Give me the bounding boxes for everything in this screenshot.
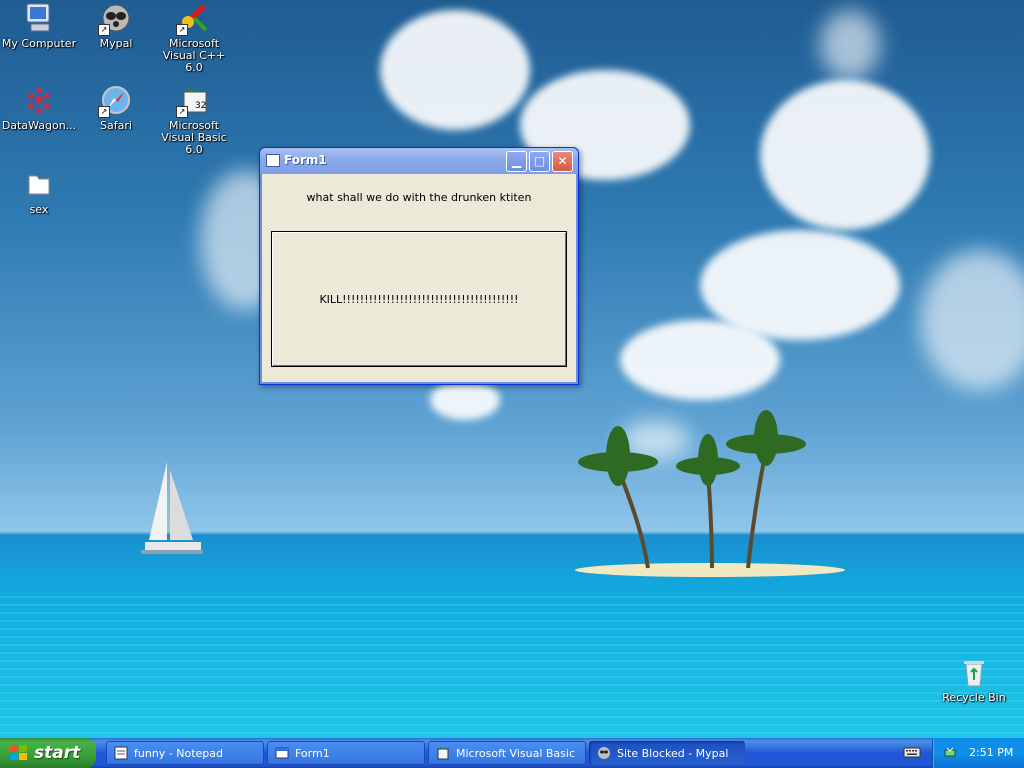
my-computer-icon: [23, 2, 55, 34]
shortcut-arrow-icon: ↗: [98, 106, 110, 118]
maximize-button[interactable]: □: [529, 151, 550, 172]
wallpaper-sea: [0, 590, 1024, 738]
keyboard-icon[interactable]: [903, 745, 921, 759]
wallpaper-cloud: [760, 80, 930, 230]
kill-button[interactable]: KILL!!!!!!!!!!!!!!!!!!!!!!!!!!!!!!!!!!!!…: [271, 231, 567, 367]
mypal-raccoon-icon: ↗: [98, 2, 132, 36]
desktop-icon-label: Microsoft Visual C++ 6.0: [162, 37, 226, 74]
minimize-button[interactable]: ▁: [506, 151, 527, 172]
maximize-icon: □: [533, 154, 546, 168]
desktop-icon-label: Mypal: [99, 37, 133, 50]
desktop-icon-my-computer[interactable]: My Computer: [0, 2, 78, 50]
visual-basic-icon: 32 ↗: [176, 84, 210, 118]
desktop: My Computer ↗ Mypal ↗ Microsoft Visual C…: [0, 0, 1024, 738]
taskbar-item-label: Microsoft Visual Basic: [456, 747, 576, 760]
taskbar-item-visual-basic[interactable]: Microsoft Visual Basic: [428, 741, 586, 765]
wallpaper-cloud: [920, 250, 1024, 390]
wallpaper-cloud: [620, 320, 780, 400]
shortcut-arrow-icon: ↗: [176, 106, 188, 118]
desktop-icon-safari[interactable]: ↗ Safari: [77, 84, 155, 132]
recycle-bin-icon: [958, 656, 990, 688]
form-icon: [266, 154, 280, 167]
taskbar: start funny - Notepad Form1 Microsoft Vi…: [0, 738, 1024, 768]
svg-text:32: 32: [195, 101, 206, 111]
window-titlebar[interactable]: Form1 ▁ □ ✕: [260, 148, 578, 174]
window-title: Form1: [284, 153, 327, 167]
clock[interactable]: 2:51 PM: [969, 746, 1013, 759]
wallpaper-cloud: [380, 10, 530, 130]
taskbar-item-label: Form1: [295, 747, 330, 760]
folder-icon: [23, 168, 55, 200]
datawagon-icon: [23, 84, 55, 116]
form-icon: [275, 747, 289, 759]
windows-flag-icon: [10, 745, 27, 760]
start-button[interactable]: start: [0, 738, 96, 768]
desktop-icon-sex-folder[interactable]: sex: [0, 168, 78, 216]
window-client-area: what shall we do with the drunken ktiten…: [263, 174, 575, 381]
wallpaper-sailboat: [141, 462, 203, 554]
taskbar-item-form1[interactable]: Form1: [267, 741, 425, 765]
safely-remove-hardware-icon[interactable]: [943, 746, 957, 760]
shortcut-arrow-icon: ↗: [176, 24, 188, 36]
desktop-icon-label: sex: [29, 203, 49, 216]
system-tray: 2:51 PM: [932, 738, 1024, 768]
desktop-icon-label: DataWagon...: [1, 119, 77, 132]
shortcut-arrow-icon: ↗: [98, 24, 110, 36]
desktop-icon-recycle-bin[interactable]: Recycle Bin: [935, 656, 1013, 704]
desktop-icon-datawagon[interactable]: DataWagon...: [0, 84, 78, 132]
visual-basic-icon: [437, 746, 449, 760]
wallpaper-island: [575, 410, 845, 577]
start-label: start: [34, 743, 81, 763]
close-button[interactable]: ✕: [552, 151, 573, 172]
desktop-icon-visual-cpp[interactable]: ↗ Microsoft Visual C++ 6.0: [155, 2, 233, 74]
desktop-icon-visual-basic[interactable]: 32 ↗ Microsoft Visual Basic 6.0: [155, 84, 233, 156]
desktop-icon-mypal[interactable]: ↗ Mypal: [77, 2, 155, 50]
visual-cpp-icon: ↗: [176, 2, 210, 36]
desktop-icon-label: Microsoft Visual Basic 6.0: [161, 119, 227, 156]
taskbar-item-mypal[interactable]: Site Blocked - Mypal: [589, 741, 745, 765]
close-icon: ✕: [557, 154, 568, 168]
form-label: what shall we do with the drunken ktiten: [306, 191, 532, 204]
desktop-icon-label: Safari: [100, 119, 132, 132]
taskbar-item-label: funny - Notepad: [134, 747, 224, 760]
taskbar-item-label: Site Blocked - Mypal: [617, 747, 729, 760]
wallpaper-cloud: [820, 10, 880, 80]
minimize-icon: ▁: [511, 154, 522, 168]
desktop-icon-label: Recycle Bin: [942, 691, 1006, 704]
safari-compass-icon: ↗: [98, 84, 132, 118]
mypal-raccoon-icon: [598, 747, 610, 759]
taskbar-item-notepad[interactable]: funny - Notepad: [106, 741, 264, 765]
desktop-icon-label: My Computer: [1, 37, 77, 50]
notepad-icon: [114, 746, 128, 760]
form1-window[interactable]: Form1 ▁ □ ✕ what shall we do with the dr…: [259, 147, 579, 385]
wallpaper-cloud: [430, 380, 500, 420]
